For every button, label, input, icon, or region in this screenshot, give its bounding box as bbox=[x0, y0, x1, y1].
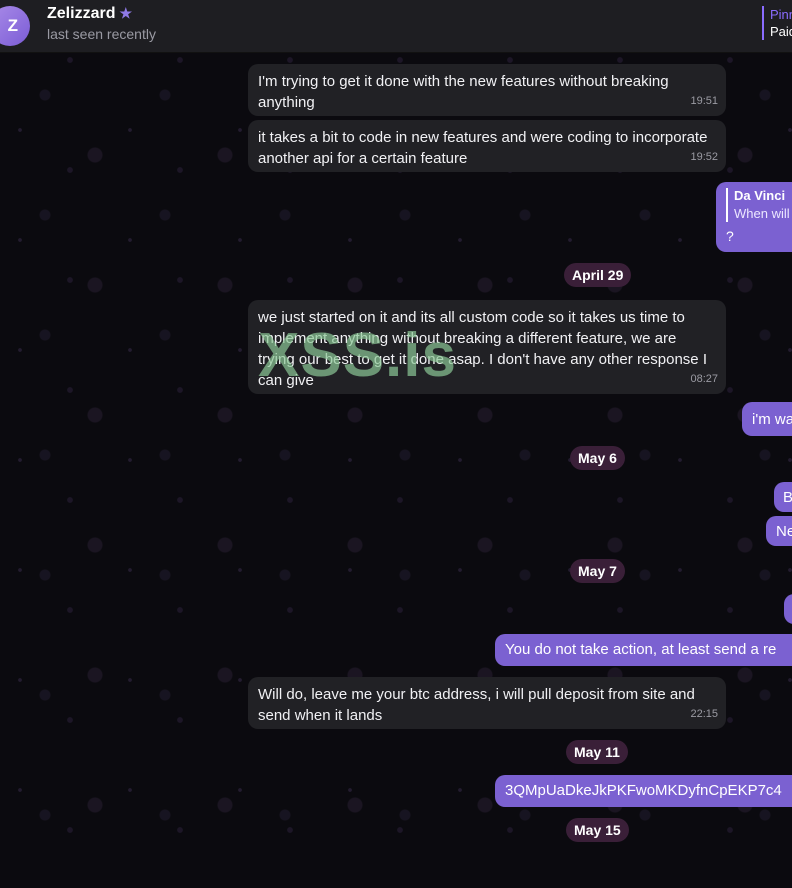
message-text: ? bbox=[726, 228, 734, 244]
reply-quote-text: When will bbox=[734, 206, 790, 221]
outgoing-reply-message[interactable]: Da Vinci When will ? bbox=[716, 182, 792, 252]
date-badge: May 11 bbox=[566, 740, 628, 764]
pinned-label: Pinn bbox=[770, 7, 792, 22]
reply-quote-bar bbox=[726, 188, 728, 222]
message-text: Ne bbox=[776, 523, 792, 540]
contact-name: Zelizzard bbox=[47, 5, 116, 22]
chat-header: Z Zelizzard★ last seen recently Pinn Pai… bbox=[0, 0, 792, 53]
message-text: it takes a bit to code in new features a… bbox=[258, 129, 708, 167]
incoming-message[interactable]: I'm trying to get it done with the new f… bbox=[248, 64, 726, 116]
message-text: I'm trying to get it done with the new f… bbox=[258, 73, 669, 111]
avatar[interactable]: Z bbox=[0, 6, 30, 46]
outgoing-message[interactable]: Ne bbox=[766, 516, 792, 546]
last-seen-status: last seen recently bbox=[47, 26, 156, 42]
message-text: i'm wa bbox=[752, 411, 792, 428]
pinned-text: Paid bbox=[770, 24, 792, 39]
message-text: Will do, leave me your btc address, i wi… bbox=[258, 686, 695, 724]
outgoing-message[interactable] bbox=[784, 594, 792, 624]
outgoing-message[interactable]: B bbox=[774, 482, 792, 512]
star-icon: ★ bbox=[119, 5, 133, 21]
message-time: 19:52 bbox=[690, 151, 718, 163]
date-badge: May 15 bbox=[566, 818, 629, 842]
date-badge: May 7 bbox=[570, 559, 625, 583]
message-time: 08:27 bbox=[690, 373, 718, 385]
incoming-message[interactable]: Will do, leave me your btc address, i wi… bbox=[248, 677, 726, 729]
watermark: XSS.is bbox=[258, 321, 457, 390]
date-badge: May 6 bbox=[570, 446, 625, 470]
message-text: 3QMpUaDkeJkPKFwoMKDyfnCpEKP7c4 bbox=[505, 782, 782, 799]
message-time: 22:15 bbox=[690, 708, 718, 720]
date-badge: April 29 bbox=[564, 263, 632, 287]
message-time: 19:51 bbox=[690, 95, 718, 107]
incoming-message[interactable]: it takes a bit to code in new features a… bbox=[248, 120, 726, 172]
reply-author: Da Vinci bbox=[734, 188, 786, 203]
message-text: You do not take action, at least send a … bbox=[505, 641, 777, 658]
message-text: B bbox=[783, 489, 792, 506]
outgoing-message[interactable]: i'm wa bbox=[742, 402, 792, 436]
outgoing-message[interactable]: 3QMpUaDkeJkPKFwoMKDyfnCpEKP7c4 bbox=[495, 775, 792, 807]
outgoing-message[interactable]: You do not take action, at least send a … bbox=[495, 634, 792, 666]
pinned-message[interactable]: Pinn Paid bbox=[762, 6, 792, 40]
chat-title[interactable]: Zelizzard ★ bbox=[47, 5, 132, 23]
avatar-letter: Z bbox=[7, 16, 18, 35]
